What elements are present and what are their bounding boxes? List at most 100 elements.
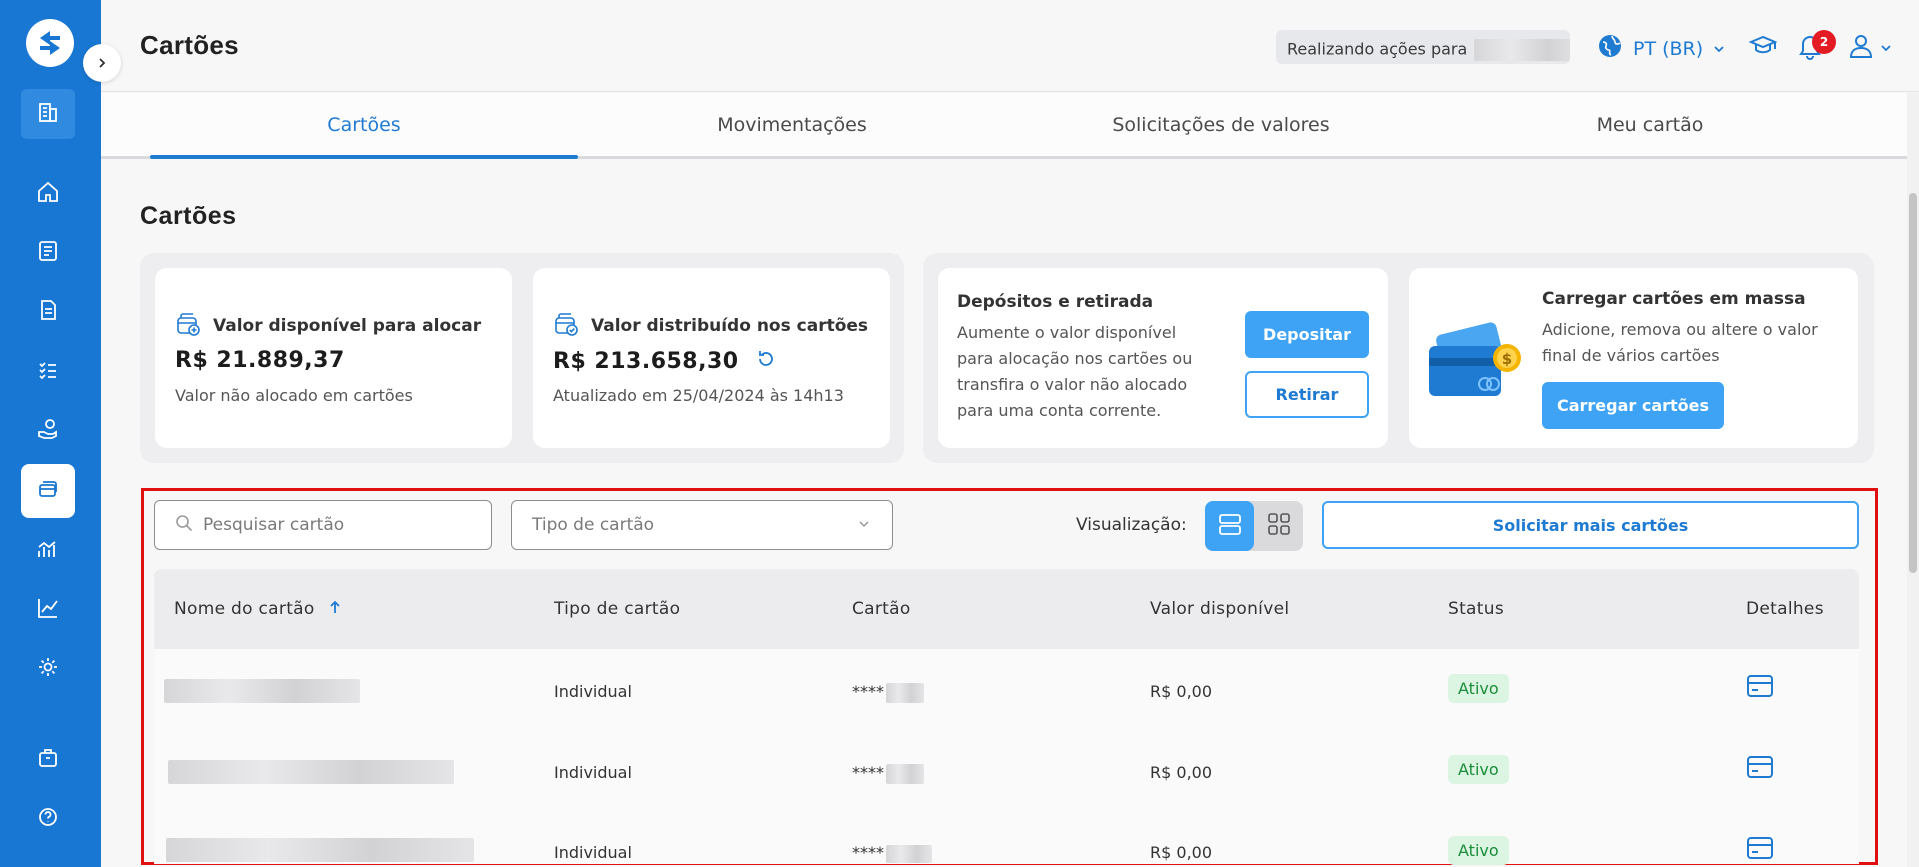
redacted-card-name — [164, 679, 360, 703]
cards-coin-illustration: $ — [1427, 318, 1523, 410]
row-available-value: R$ 0,00 — [1150, 843, 1213, 862]
sidebar-item-analytics[interactable] — [21, 525, 75, 577]
acting-as-label: Realizando ações para — [1287, 39, 1468, 59]
bulk-title: Carregar cartões em massa — [1542, 289, 1806, 309]
status-badge: Ativo — [1448, 755, 1509, 784]
language-label: PT (BR) — [1633, 37, 1704, 60]
column-available-value: Valor disponível — [1150, 599, 1290, 619]
withdraw-button[interactable]: Retirar — [1245, 371, 1369, 418]
view-toggle — [1205, 501, 1303, 551]
sidebar-item-payments[interactable] — [21, 405, 75, 457]
bulk-load-button[interactable]: Carregar cartões — [1542, 382, 1724, 429]
column-details: Detalhes — [1746, 599, 1824, 619]
sidebar-item-documents[interactable] — [21, 286, 75, 338]
sidebar-item-reports[interactable] — [21, 584, 75, 636]
column-card-type: Tipo de cartão — [554, 599, 681, 619]
globe-icon — [1597, 33, 1623, 64]
grid-view-icon — [1266, 511, 1292, 541]
tab-cards[interactable]: Cartões — [150, 93, 578, 159]
list-icon — [37, 240, 59, 266]
redacted-card-name — [166, 838, 474, 862]
deposits-title: Depósitos e retirada — [957, 292, 1154, 312]
hand-coin-icon — [36, 417, 60, 445]
scrollbar[interactable] — [1907, 93, 1919, 867]
search-icon — [175, 514, 193, 537]
cards-icon — [37, 478, 59, 504]
card-details-icon[interactable] — [1746, 674, 1774, 702]
page-title: Cartões — [140, 30, 239, 60]
status-badge: Ativo — [1448, 674, 1509, 703]
redacted-card-name — [168, 760, 454, 784]
sidebar — [0, 0, 101, 867]
deposits-description: Aumente o valor disponível para alocação… — [957, 323, 1193, 420]
graduation-cap-icon[interactable] — [1748, 32, 1778, 64]
available-value-card: Valor disponível para alocar R$ 21.889,3… — [155, 268, 512, 448]
section-title: Cartões — [140, 202, 237, 230]
tab-bar: Cartões Movimentações Solicitações de va… — [101, 93, 1907, 159]
column-card-name[interactable]: Nome do cartão — [174, 599, 341, 619]
bulk-description: Adicione, remova ou altere o valor final… — [1542, 320, 1818, 365]
sidebar-collapse-button[interactable] — [83, 44, 121, 82]
chevron-down-icon — [858, 515, 870, 535]
sidebar-item-checklist[interactable] — [21, 346, 75, 398]
sidebar-item-store[interactable] — [21, 733, 75, 785]
sidebar-item-list[interactable] — [21, 227, 75, 279]
logo-icon[interactable] — [26, 19, 74, 67]
chevron-right-icon — [96, 54, 108, 73]
document-icon — [37, 299, 59, 325]
search-input[interactable]: Pesquisar cartão — [154, 500, 492, 550]
card-details-icon[interactable] — [1746, 836, 1774, 864]
table-body — [154, 649, 1859, 864]
user-menu[interactable] — [1848, 32, 1892, 64]
tab-value-requests[interactable]: Solicitações de valores — [1007, 93, 1435, 156]
gear-icon — [37, 656, 59, 682]
svg-text:$: $ — [1502, 350, 1512, 368]
list-view-icon — [1217, 511, 1243, 541]
acting-as-selector[interactable]: Realizando ações para — [1276, 30, 1570, 64]
wallet-check-icon — [553, 310, 581, 342]
chevron-down-icon — [1713, 38, 1725, 60]
sidebar-item-settings[interactable] — [21, 643, 75, 695]
available-subtitle: Valor não alocado em cartões — [175, 386, 413, 405]
scrollbar-thumb[interactable] — [1909, 193, 1917, 573]
row-card-type: Individual — [554, 843, 632, 862]
building-icon — [37, 101, 59, 127]
tab-my-card[interactable]: Meu cartão — [1436, 93, 1864, 156]
deposit-button[interactable]: Depositar — [1245, 311, 1369, 358]
bag-icon — [37, 746, 59, 772]
request-more-cards-button[interactable]: Solicitar mais cartões — [1322, 501, 1859, 549]
list-view-button[interactable] — [1205, 501, 1254, 551]
row-card-type: Individual — [554, 763, 632, 782]
grid-view-button[interactable] — [1254, 501, 1303, 551]
search-placeholder: Pesquisar cartão — [203, 515, 345, 535]
row-available-value: R$ 0,00 — [1150, 682, 1213, 701]
card-type-placeholder: Tipo de cartão — [532, 515, 655, 535]
sidebar-item-home[interactable] — [21, 168, 75, 220]
column-status: Status — [1448, 599, 1504, 619]
refresh-icon[interactable] — [755, 348, 777, 374]
redacted-company-name — [1474, 39, 1570, 61]
available-label: Valor disponível para alocar — [213, 316, 482, 336]
wallet-plus-icon — [175, 310, 203, 342]
row-card-type: Individual — [554, 682, 632, 701]
language-selector[interactable]: PT (BR) — [1597, 33, 1725, 64]
status-badge: Ativo — [1448, 836, 1509, 865]
sidebar-item-help[interactable] — [21, 793, 75, 845]
sidebar-item-company[interactable] — [21, 89, 75, 139]
analytics-icon — [36, 537, 60, 565]
sidebar-item-cards[interactable] — [21, 464, 75, 518]
row-card-number: **** — [852, 843, 932, 863]
chevron-down-icon — [1880, 39, 1892, 58]
card-details-icon[interactable] — [1746, 755, 1774, 783]
view-label: Visualização: — [1076, 515, 1187, 535]
distributed-amount: R$ 213.658,30 — [553, 348, 739, 374]
row-available-value: R$ 0,00 — [1150, 763, 1213, 782]
card-type-select[interactable]: Tipo de cartão — [511, 500, 893, 550]
distributed-updated: Atualizado em 25/04/2024 às 14h13 — [553, 386, 844, 405]
tab-movements[interactable]: Movimentações — [578, 93, 1006, 156]
row-card-number: **** — [852, 763, 924, 784]
chart-line-icon — [36, 596, 60, 624]
row-card-number: **** — [852, 682, 924, 703]
arrow-up-icon — [329, 599, 341, 619]
distributed-value-card: Valor distribuído nos cartões R$ 213.658… — [533, 268, 890, 448]
